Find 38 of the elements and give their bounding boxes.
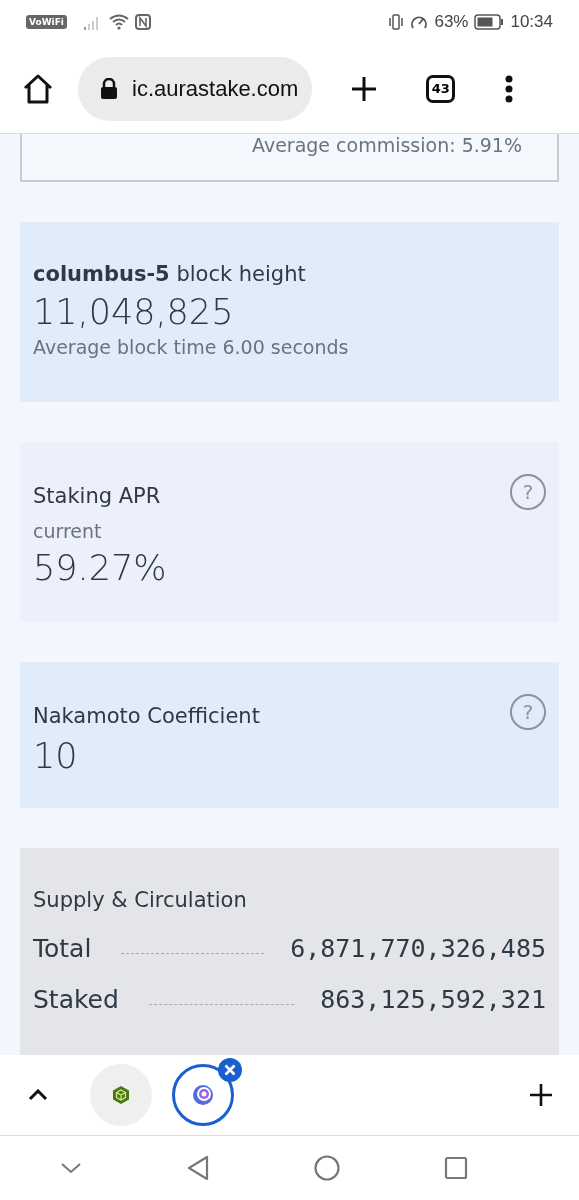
chevron-down-icon[interactable] bbox=[60, 1162, 82, 1174]
clock: 10:34 bbox=[510, 12, 553, 32]
home-icon[interactable] bbox=[22, 73, 54, 104]
card-title: Nakamoto Coefficient bbox=[33, 703, 260, 728]
supply-label: Staked bbox=[33, 985, 119, 1014]
card-title: Staking APR bbox=[33, 483, 161, 508]
back-icon[interactable] bbox=[186, 1155, 210, 1181]
vowifi-badge: VoWiFi bbox=[26, 15, 67, 29]
nfc-icon bbox=[134, 14, 151, 30]
more-menu-icon[interactable] bbox=[505, 74, 514, 103]
ring-icon bbox=[191, 1083, 215, 1107]
lock-icon bbox=[100, 77, 118, 100]
nakamoto-value: 10 bbox=[33, 736, 79, 776]
home-circle-icon[interactable] bbox=[314, 1155, 340, 1181]
cube-icon bbox=[111, 1085, 131, 1105]
gauge-icon bbox=[410, 14, 429, 30]
supply-label: Total bbox=[33, 934, 92, 963]
card-title: columbus-5 block height bbox=[33, 261, 307, 286]
card-title: Supply & Circulation bbox=[33, 887, 248, 912]
close-icon[interactable] bbox=[218, 1058, 242, 1082]
tab-count-button[interactable]: 43 bbox=[426, 74, 456, 103]
apr-sublabel: current bbox=[33, 520, 103, 542]
recents-icon[interactable] bbox=[444, 1156, 468, 1180]
wifi-icon bbox=[108, 14, 129, 30]
battery-percent: 63% bbox=[434, 12, 469, 32]
supply-value: 6,871,770,326,485 bbox=[290, 934, 546, 963]
apr-value: 59.27% bbox=[33, 548, 168, 588]
new-tab-icon[interactable] bbox=[350, 74, 379, 103]
battery-icon bbox=[474, 14, 505, 30]
block-height-value: 11,048,825 bbox=[33, 292, 235, 332]
url-text: ic.aurastake.com bbox=[132, 75, 299, 102]
add-tab-icon[interactable] bbox=[529, 1083, 553, 1107]
average-commission: Average commission: 5.91% bbox=[252, 134, 522, 156]
block-time-text: Average block time 6.00 seconds bbox=[33, 336, 350, 360]
caret-up-icon[interactable] bbox=[28, 1089, 48, 1101]
vibrate-icon bbox=[388, 14, 405, 30]
address-bar[interactable]: ic.aurastake.com bbox=[78, 56, 313, 121]
supply-value: 863,125,592,321 bbox=[320, 985, 546, 1014]
